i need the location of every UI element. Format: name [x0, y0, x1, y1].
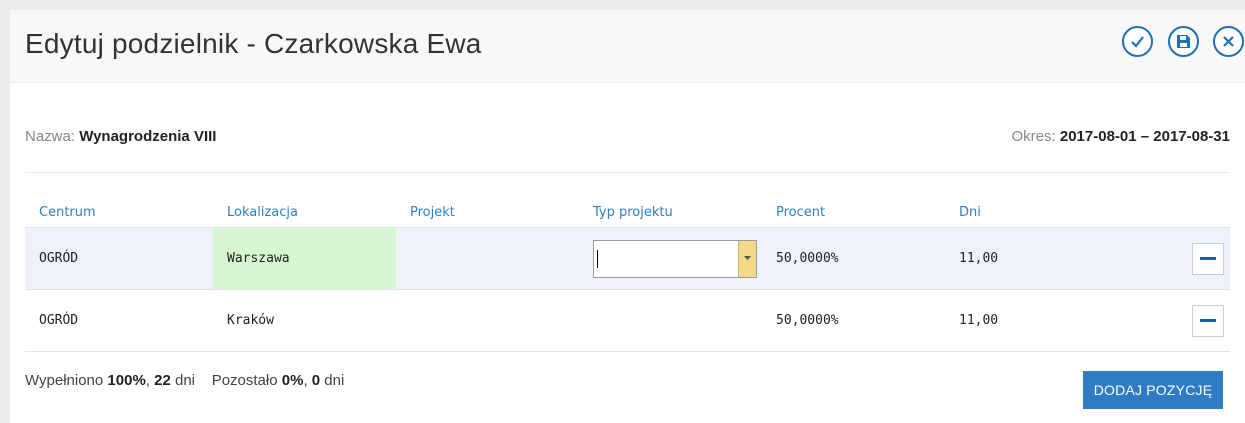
close-icon: [1223, 36, 1234, 47]
period-info: Okres: 2017-08-01 – 2017-08-31: [1012, 128, 1231, 145]
remaining-percent: 0%: [281, 372, 304, 389]
text-cursor: [597, 249, 598, 268]
close-button[interactable]: [1213, 26, 1244, 57]
filled-label: Wypełniono: [25, 372, 104, 389]
cell-actions: [1128, 227, 1230, 290]
check-icon: [1131, 36, 1144, 48]
col-header-typ-projektu[interactable]: Typ projektu: [579, 197, 762, 228]
allocation-table: Centrum Lokalizacja Projekt Typ projektu…: [25, 197, 1230, 352]
cell-dni[interactable]: 11,00: [945, 289, 1128, 352]
col-header-actions: [1128, 197, 1230, 228]
filled-percent: 100%: [107, 372, 146, 389]
cell-projekt[interactable]: [396, 227, 579, 290]
add-position-button[interactable]: DODAJ POZYCJĘ: [1083, 371, 1223, 409]
remaining-days: 0: [311, 372, 321, 389]
save-button[interactable]: [1168, 26, 1199, 57]
cell-typ-projektu[interactable]: [579, 289, 762, 352]
minus-icon: [1200, 319, 1216, 322]
remove-row-button[interactable]: [1192, 304, 1224, 337]
confirm-button[interactable]: [1122, 26, 1153, 57]
cell-actions: [1128, 289, 1230, 352]
col-header-procent[interactable]: Procent: [762, 197, 945, 228]
col-header-projekt[interactable]: Projekt: [396, 197, 579, 228]
edit-divider-dialog: Edytuj podzielnik - Czarkowska Ewa Nazwa…: [10, 10, 1245, 423]
cell-centrum[interactable]: OGRÓD: [25, 227, 213, 290]
cell-centrum[interactable]: OGRÓD: [25, 289, 213, 352]
project-type-combobox[interactable]: [593, 239, 757, 278]
dialog-header: Edytuj podzielnik - Czarkowska Ewa: [10, 10, 1245, 83]
cell-procent[interactable]: 50,0000%: [762, 289, 945, 352]
col-header-lokalizacja[interactable]: Lokalizacja: [213, 197, 396, 228]
period-value: 2017-08-01 – 2017-08-31: [1059, 128, 1230, 145]
col-header-centrum[interactable]: Centrum: [25, 197, 213, 228]
table-row[interactable]: OGRÓD Kraków 50,0000% 11,00: [25, 289, 1230, 352]
cell-dni[interactable]: 11,00: [945, 227, 1128, 290]
divider: [25, 172, 1230, 173]
chevron-down-icon: [744, 256, 751, 260]
cell-procent[interactable]: 50,0000%: [762, 227, 945, 290]
allocation-summary: Wypełniono 100%, 22 dni Pozostało 0%, 0 …: [25, 372, 345, 389]
period-label: Okres:: [1011, 128, 1056, 145]
name-label: Nazwa:: [25, 128, 76, 145]
remaining-label: Pozostało: [211, 372, 278, 389]
filled-days-unit: dni: [175, 372, 196, 389]
name-value: Wynagrodzenia VIII: [79, 128, 217, 145]
remove-row-button[interactable]: [1192, 242, 1224, 275]
filled-days: 22: [154, 372, 171, 389]
dialog-title: Edytuj podzielnik - Czarkowska Ewa: [25, 28, 482, 59]
name-info: Nazwa: Wynagrodzenia VIII: [25, 128, 216, 145]
cell-projekt[interactable]: [396, 289, 579, 352]
cell-lokalizacja[interactable]: Kraków: [213, 289, 396, 352]
dropdown-button[interactable]: [738, 240, 756, 277]
col-header-dni[interactable]: Dni: [945, 197, 1128, 228]
cell-typ-projektu[interactable]: [579, 227, 762, 290]
table-row[interactable]: OGRÓD Warszawa 50,0000% 11,00: [25, 227, 1230, 290]
minus-icon: [1200, 257, 1216, 260]
table-header-row: Centrum Lokalizacja Projekt Typ projektu…: [25, 197, 1230, 228]
cell-lokalizacja[interactable]: Warszawa: [213, 227, 396, 290]
remaining-days-unit: dni: [324, 372, 345, 389]
save-icon: [1177, 35, 1190, 48]
